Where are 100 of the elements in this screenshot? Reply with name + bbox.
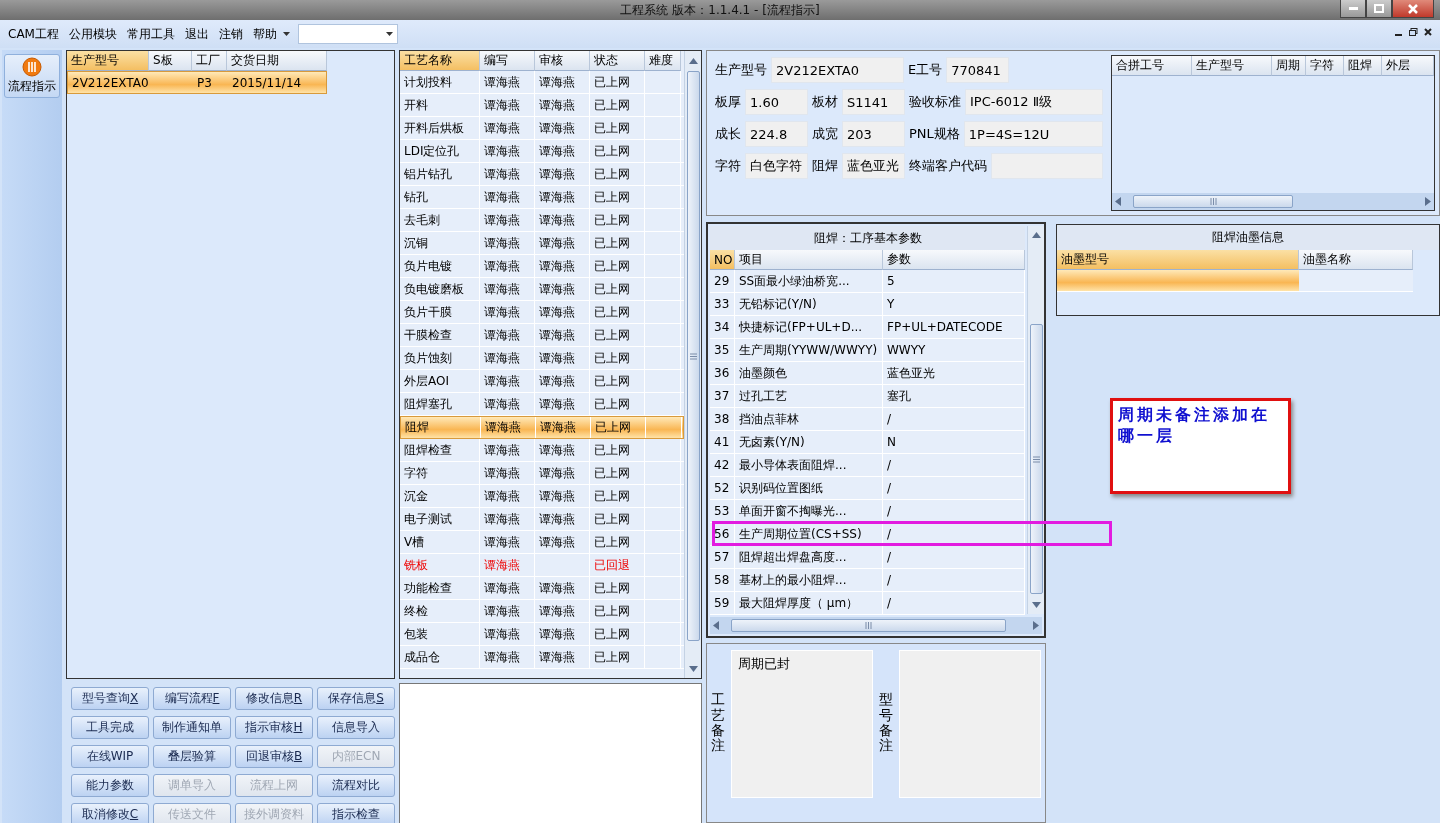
action-button[interactable]: 型号查询X — [71, 687, 149, 710]
table-row[interactable]: 沉铜 谭海燕 谭海燕 已上网 — [400, 232, 684, 255]
table-row[interactable]: 阻焊塞孔 谭海燕 谭海燕 已上网 — [400, 393, 684, 416]
column-header[interactable]: 油墨名称 — [1299, 250, 1413, 270]
column-header[interactable]: 审核 — [535, 51, 590, 71]
column-header[interactable]: 油墨型号 — [1057, 250, 1299, 270]
menu-item[interactable]: 注销 — [214, 25, 247, 43]
action-button[interactable]: 制作通知单 — [153, 716, 231, 739]
column-header[interactable]: 工艺名称 — [400, 51, 480, 71]
table-row[interactable]: V槽 谭海燕 谭海燕 已上网 — [400, 531, 684, 554]
action-button[interactable]: 回退审核B — [235, 745, 313, 768]
action-button[interactable]: 在线WIP — [71, 745, 149, 768]
column-header[interactable]: S板 — [149, 51, 192, 71]
action-button[interactable]: 编写流程F — [153, 687, 231, 710]
column-header[interactable]: 参数 — [883, 250, 1025, 270]
info-field[interactable]: 蓝色亚光 — [842, 153, 905, 179]
table-row[interactable]: 37 过孔工艺 塞孔 — [710, 385, 1025, 408]
column-header[interactable]: 生产型号 — [67, 51, 149, 71]
action-button[interactable]: 叠层验算 — [153, 745, 231, 768]
table-row[interactable]: 开料 谭海燕 谭海燕 已上网 — [400, 94, 684, 117]
column-header[interactable]: 周期 — [1272, 56, 1306, 76]
action-button[interactable]: 修改信息R — [235, 687, 313, 710]
table-row[interactable]: 阻焊检查 谭海燕 谭海燕 已上网 — [400, 439, 684, 462]
info-field[interactable]: 203 — [842, 121, 905, 147]
close-button[interactable] — [1392, 0, 1434, 18]
scrollbar[interactable] — [684, 51, 701, 678]
table-row[interactable]: 包装 谭海燕 谭海燕 已上网 — [400, 623, 684, 646]
table-row[interactable]: 负片蚀刻 谭海燕 谭海燕 已上网 — [400, 347, 684, 370]
action-button[interactable]: 流程对比 — [317, 774, 395, 797]
table-row[interactable]: 52 识别码位置图纸 / — [710, 477, 1025, 500]
scroll-right-icon[interactable] — [1033, 621, 1039, 630]
column-header[interactable]: 编写 — [480, 51, 535, 71]
restore-button[interactable] — [1366, 0, 1392, 18]
menu-item[interactable]: 帮助 — [248, 25, 281, 43]
table-row[interactable]: 计划投料 谭海燕 谭海燕 已上网 — [400, 71, 684, 94]
table-row[interactable]: 电子测试 谭海燕 谭海燕 已上网 — [400, 508, 684, 531]
sidebar-button[interactable]: 流程指示 — [4, 54, 60, 98]
scroll-up-icon[interactable] — [688, 58, 698, 64]
table-row[interactable]: 2V212EXTA0 P3 2015/11/14 — [67, 71, 327, 94]
action-button[interactable]: 指示审核H — [235, 716, 313, 739]
info-field[interactable]: S1141 — [842, 89, 905, 115]
column-header[interactable]: 阻焊 — [1344, 56, 1382, 76]
column-header[interactable]: NO — [710, 250, 735, 270]
info-field[interactable]: 2V212EXTA0 — [771, 57, 904, 83]
scroll-up-icon[interactable] — [1031, 232, 1041, 238]
info-field[interactable]: 224.8 — [745, 121, 808, 147]
action-button[interactable]: 工具完成 — [71, 716, 149, 739]
table-row[interactable]: 去毛刺 谭海燕 谭海燕 已上网 — [400, 209, 684, 232]
column-header[interactable]: 字符 — [1306, 56, 1344, 76]
menu-item[interactable]: CAM工程 — [4, 25, 63, 43]
scrollbar[interactable] — [1112, 193, 1434, 210]
remark-box[interactable]: 周期已封 — [731, 650, 873, 798]
table-row[interactable]: 终检 谭海燕 谭海燕 已上网 — [400, 600, 684, 623]
info-field[interactable]: 1.60 — [745, 89, 808, 115]
scrollbar[interactable] — [1027, 226, 1044, 614]
column-header[interactable]: 工厂 — [192, 51, 227, 71]
table-row[interactable]: 沉金 谭海燕 谭海燕 已上网 — [400, 485, 684, 508]
minimize-button[interactable] — [1340, 0, 1366, 18]
action-button[interactable]: 信息导入 — [317, 716, 395, 739]
table-row[interactable]: 铣板 谭海燕 已回退 — [400, 554, 684, 577]
scrollbar[interactable] — [710, 617, 1042, 634]
info-field[interactable]: IPC-6012 Ⅱ级 — [965, 89, 1103, 115]
table-row[interactable]: LDI定位孔 谭海燕 谭海燕 已上网 — [400, 140, 684, 163]
table-row[interactable]: 36 油墨颜色 蓝色亚光 — [710, 362, 1025, 385]
column-header[interactable]: 生产型号 — [1192, 56, 1272, 76]
column-header[interactable]: 外层 — [1382, 56, 1434, 76]
table-row[interactable]: 负片电镀 谭海燕 谭海燕 已上网 — [400, 255, 684, 278]
info-field[interactable]: 1P=4S=12U — [963, 121, 1103, 147]
info-field[interactable]: 770841 — [946, 57, 1010, 83]
table-row[interactable]: 干膜检查 谭海燕 谭海燕 已上网 — [400, 324, 684, 347]
scroll-right-icon[interactable] — [1425, 197, 1431, 206]
table-row[interactable]: 铝片钻孔 谭海燕 谭海燕 已上网 — [400, 163, 684, 186]
menu-item[interactable]: 公用模块 — [64, 25, 121, 43]
menu-item[interactable]: 退出 — [180, 25, 213, 43]
column-header[interactable]: 项目 — [735, 250, 883, 270]
restore-icon[interactable] — [1409, 28, 1418, 36]
table-row[interactable]: 负电镀磨板 谭海燕 谭海燕 已上网 — [400, 278, 684, 301]
info-field[interactable]: 白色字符 — [745, 153, 808, 179]
table-row[interactable]: 29 SS面最小绿油桥宽... 5 — [710, 270, 1025, 293]
dropdown-caret-icon[interactable] — [282, 32, 290, 36]
table-row[interactable]: 钻孔 谭海燕 谭海燕 已上网 — [400, 186, 684, 209]
table-row[interactable]: 阻焊 谭海燕 谭海燕 已上网 — [400, 416, 684, 439]
scroll-down-icon[interactable] — [688, 666, 698, 672]
menu-item[interactable]: 常用工具 — [122, 25, 179, 43]
table-row[interactable]: 成品仓 谭海燕 谭海燕 已上网 — [400, 646, 684, 669]
table-row[interactable]: 字符 谭海燕 谭海燕 已上网 — [400, 462, 684, 485]
table-row[interactable]: 35 生产周期(YYWW/WWYY) WWYY — [710, 339, 1025, 362]
table-row[interactable]: 负片干膜 谭海燕 谭海燕 已上网 — [400, 301, 684, 324]
scroll-down-icon[interactable] — [1031, 602, 1041, 608]
action-button[interactable]: 能力参数 — [71, 774, 149, 797]
column-header[interactable]: 状态 — [590, 51, 645, 71]
scroll-left-icon[interactable] — [1115, 197, 1121, 206]
action-button[interactable]: 保存信息S — [317, 687, 395, 710]
table-row[interactable]: 34 快捷标记(FP+UL+D... FP+UL+DATECODE — [710, 316, 1025, 339]
column-header[interactable]: 交货日期 — [227, 51, 327, 71]
table-row[interactable]: 38 挡油点菲林 / — [710, 408, 1025, 431]
table-row[interactable]: 41 无卤素(Y/N) N — [710, 431, 1025, 454]
table-row[interactable]: 59 最大阻焊厚度（ μm） / — [710, 592, 1025, 615]
table-row[interactable]: 开料后烘板 谭海燕 谭海燕 已上网 — [400, 117, 684, 140]
table-row[interactable]: 33 无铅标记(Y/N) Y — [710, 293, 1025, 316]
